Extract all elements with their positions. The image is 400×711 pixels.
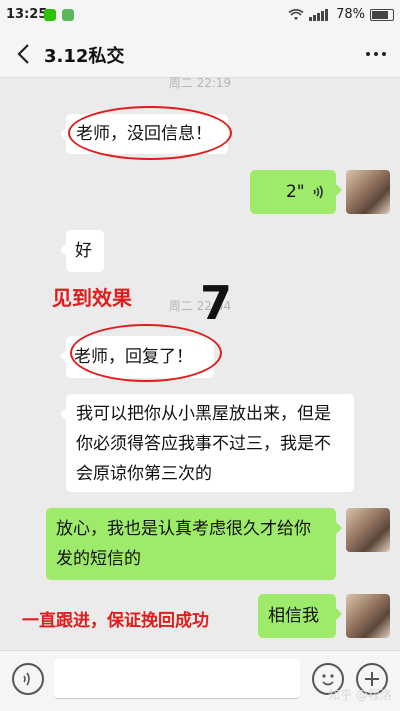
message-input-bar: 知乎 @程洛	[0, 650, 400, 711]
wechat-notification-icon	[44, 9, 56, 21]
chat-title: 3.12私交	[44, 46, 125, 67]
message-text: 好	[75, 241, 92, 261]
avatar-self[interactable]	[346, 508, 390, 552]
message-bubble-sent[interactable]: 放心，我也是认真考虑很久才给你发的短信的	[46, 508, 342, 580]
voice-message-bubble[interactable]: 2"	[250, 170, 342, 214]
message-timestamp: 周二 22:19	[168, 76, 232, 90]
signal-icon	[309, 8, 329, 21]
status-bar: 13:25 78%	[0, 0, 400, 30]
avatar-self[interactable]	[346, 170, 390, 214]
message-bubble-received[interactable]: 好	[60, 230, 104, 272]
annotation-number: 7	[200, 276, 233, 330]
message-text: 我可以把你从小黑屋放出来，但是你必须得答应我事不过三，我是不会原谅你第三次的	[76, 404, 331, 484]
battery-percent: 78%	[336, 7, 365, 22]
message-bubble-sent[interactable]: 相信我	[258, 594, 342, 638]
voice-duration: 2"	[285, 182, 305, 202]
message-input[interactable]	[54, 659, 300, 699]
annotation-follow-up: 一直跟进，保证挽回成功	[22, 611, 209, 631]
wifi-icon	[288, 8, 304, 20]
status-time: 13:25	[6, 7, 48, 22]
back-arrow-icon[interactable]	[10, 40, 38, 68]
message-bubble-received[interactable]: 我可以把你从小黑屋放出来，但是你必须得答应我事不过三，我是不会原谅你第三次的	[60, 394, 354, 492]
battery-icon	[370, 8, 394, 21]
app-notification-icon	[62, 9, 74, 21]
highlight-circle	[68, 106, 232, 160]
voice-input-button[interactable]	[12, 663, 44, 695]
battery-fill	[372, 10, 388, 19]
voice-icon	[23, 672, 30, 686]
avatar-self[interactable]	[346, 594, 390, 638]
watermark: 知乎 @程洛	[328, 688, 392, 702]
message-text: 放心，我也是认真考虑很久才给你发的短信的	[56, 519, 311, 569]
highlight-circle	[70, 324, 222, 382]
voice-wave-icon	[313, 185, 323, 199]
message-text: 相信我	[268, 606, 319, 626]
more-options-icon[interactable]	[362, 40, 390, 68]
chat-header: 3.12私交	[0, 30, 400, 78]
